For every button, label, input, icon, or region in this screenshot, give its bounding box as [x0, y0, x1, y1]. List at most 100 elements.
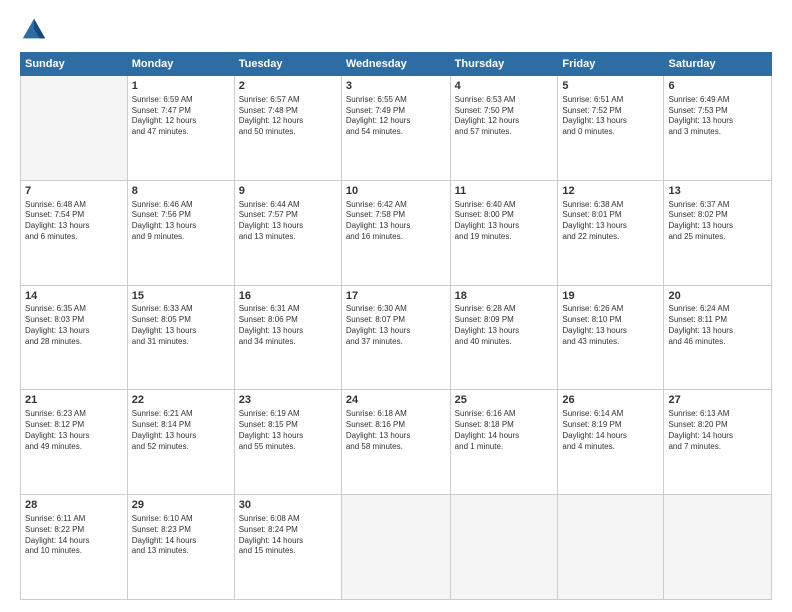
- day-info: Sunrise: 6:40 AM Sunset: 8:00 PM Dayligh…: [455, 200, 554, 243]
- day-number: 16: [239, 289, 337, 304]
- day-cell: [664, 495, 772, 600]
- day-info: Sunrise: 6:26 AM Sunset: 8:10 PM Dayligh…: [562, 304, 659, 347]
- day-info: Sunrise: 6:13 AM Sunset: 8:20 PM Dayligh…: [668, 409, 767, 452]
- day-info: Sunrise: 6:11 AM Sunset: 8:22 PM Dayligh…: [25, 514, 123, 557]
- day-number: 6: [668, 79, 767, 94]
- day-number: 23: [239, 393, 337, 408]
- header-cell-thursday: Thursday: [450, 53, 558, 76]
- day-cell: 25Sunrise: 6:16 AM Sunset: 8:18 PM Dayli…: [450, 390, 558, 495]
- day-cell: [21, 76, 128, 181]
- week-row-2: 7Sunrise: 6:48 AM Sunset: 7:54 PM Daylig…: [21, 180, 772, 285]
- header-cell-sunday: Sunday: [21, 53, 128, 76]
- day-cell: 5Sunrise: 6:51 AM Sunset: 7:52 PM Daylig…: [558, 76, 664, 181]
- day-number: 2: [239, 79, 337, 94]
- day-cell: 17Sunrise: 6:30 AM Sunset: 8:07 PM Dayli…: [341, 285, 450, 390]
- day-number: 22: [132, 393, 230, 408]
- page: SundayMondayTuesdayWednesdayThursdayFrid…: [0, 0, 792, 612]
- day-cell: 9Sunrise: 6:44 AM Sunset: 7:57 PM Daylig…: [234, 180, 341, 285]
- day-number: 18: [455, 289, 554, 304]
- day-cell: 2Sunrise: 6:57 AM Sunset: 7:48 PM Daylig…: [234, 76, 341, 181]
- day-info: Sunrise: 6:10 AM Sunset: 8:23 PM Dayligh…: [132, 514, 230, 557]
- day-number: 3: [346, 79, 446, 94]
- day-info: Sunrise: 6:23 AM Sunset: 8:12 PM Dayligh…: [25, 409, 123, 452]
- day-cell: 19Sunrise: 6:26 AM Sunset: 8:10 PM Dayli…: [558, 285, 664, 390]
- day-number: 25: [455, 393, 554, 408]
- day-info: Sunrise: 6:31 AM Sunset: 8:06 PM Dayligh…: [239, 304, 337, 347]
- day-info: Sunrise: 6:49 AM Sunset: 7:53 PM Dayligh…: [668, 95, 767, 138]
- day-info: Sunrise: 6:51 AM Sunset: 7:52 PM Dayligh…: [562, 95, 659, 138]
- day-info: Sunrise: 6:18 AM Sunset: 8:16 PM Dayligh…: [346, 409, 446, 452]
- header-row: SundayMondayTuesdayWednesdayThursdayFrid…: [21, 53, 772, 76]
- day-cell: 7Sunrise: 6:48 AM Sunset: 7:54 PM Daylig…: [21, 180, 128, 285]
- calendar-table: SundayMondayTuesdayWednesdayThursdayFrid…: [20, 52, 772, 600]
- day-number: 19: [562, 289, 659, 304]
- week-row-5: 28Sunrise: 6:11 AM Sunset: 8:22 PM Dayli…: [21, 495, 772, 600]
- day-info: Sunrise: 6:24 AM Sunset: 8:11 PM Dayligh…: [668, 304, 767, 347]
- day-number: 17: [346, 289, 446, 304]
- day-number: 24: [346, 393, 446, 408]
- day-cell: 23Sunrise: 6:19 AM Sunset: 8:15 PM Dayli…: [234, 390, 341, 495]
- day-cell: 6Sunrise: 6:49 AM Sunset: 7:53 PM Daylig…: [664, 76, 772, 181]
- day-cell: 15Sunrise: 6:33 AM Sunset: 8:05 PM Dayli…: [127, 285, 234, 390]
- logo-icon: [20, 16, 48, 44]
- day-info: Sunrise: 6:55 AM Sunset: 7:49 PM Dayligh…: [346, 95, 446, 138]
- day-cell: [450, 495, 558, 600]
- day-cell: 10Sunrise: 6:42 AM Sunset: 7:58 PM Dayli…: [341, 180, 450, 285]
- day-cell: 22Sunrise: 6:21 AM Sunset: 8:14 PM Dayli…: [127, 390, 234, 495]
- day-number: 4: [455, 79, 554, 94]
- day-number: 14: [25, 289, 123, 304]
- day-cell: 18Sunrise: 6:28 AM Sunset: 8:09 PM Dayli…: [450, 285, 558, 390]
- day-number: 13: [668, 184, 767, 199]
- day-info: Sunrise: 6:16 AM Sunset: 8:18 PM Dayligh…: [455, 409, 554, 452]
- day-number: 11: [455, 184, 554, 199]
- header-cell-tuesday: Tuesday: [234, 53, 341, 76]
- day-info: Sunrise: 6:28 AM Sunset: 8:09 PM Dayligh…: [455, 304, 554, 347]
- day-cell: 20Sunrise: 6:24 AM Sunset: 8:11 PM Dayli…: [664, 285, 772, 390]
- day-info: Sunrise: 6:08 AM Sunset: 8:24 PM Dayligh…: [239, 514, 337, 557]
- day-cell: 30Sunrise: 6:08 AM Sunset: 8:24 PM Dayli…: [234, 495, 341, 600]
- day-info: Sunrise: 6:57 AM Sunset: 7:48 PM Dayligh…: [239, 95, 337, 138]
- day-number: 29: [132, 498, 230, 513]
- day-number: 5: [562, 79, 659, 94]
- day-cell: 21Sunrise: 6:23 AM Sunset: 8:12 PM Dayli…: [21, 390, 128, 495]
- day-cell: [341, 495, 450, 600]
- day-number: 9: [239, 184, 337, 199]
- header: [20, 16, 772, 44]
- day-info: Sunrise: 6:37 AM Sunset: 8:02 PM Dayligh…: [668, 200, 767, 243]
- header-cell-monday: Monday: [127, 53, 234, 76]
- day-number: 27: [668, 393, 767, 408]
- day-info: Sunrise: 6:30 AM Sunset: 8:07 PM Dayligh…: [346, 304, 446, 347]
- day-cell: 24Sunrise: 6:18 AM Sunset: 8:16 PM Dayli…: [341, 390, 450, 495]
- week-row-3: 14Sunrise: 6:35 AM Sunset: 8:03 PM Dayli…: [21, 285, 772, 390]
- day-number: 20: [668, 289, 767, 304]
- day-number: 15: [132, 289, 230, 304]
- day-info: Sunrise: 6:21 AM Sunset: 8:14 PM Dayligh…: [132, 409, 230, 452]
- day-info: Sunrise: 6:38 AM Sunset: 8:01 PM Dayligh…: [562, 200, 659, 243]
- day-cell: 14Sunrise: 6:35 AM Sunset: 8:03 PM Dayli…: [21, 285, 128, 390]
- day-number: 8: [132, 184, 230, 199]
- day-info: Sunrise: 6:46 AM Sunset: 7:56 PM Dayligh…: [132, 200, 230, 243]
- day-number: 21: [25, 393, 123, 408]
- day-cell: 12Sunrise: 6:38 AM Sunset: 8:01 PM Dayli…: [558, 180, 664, 285]
- day-cell: 29Sunrise: 6:10 AM Sunset: 8:23 PM Dayli…: [127, 495, 234, 600]
- day-number: 28: [25, 498, 123, 513]
- week-row-1: 1Sunrise: 6:59 AM Sunset: 7:47 PM Daylig…: [21, 76, 772, 181]
- day-info: Sunrise: 6:19 AM Sunset: 8:15 PM Dayligh…: [239, 409, 337, 452]
- day-info: Sunrise: 6:33 AM Sunset: 8:05 PM Dayligh…: [132, 304, 230, 347]
- day-cell: 3Sunrise: 6:55 AM Sunset: 7:49 PM Daylig…: [341, 76, 450, 181]
- header-cell-friday: Friday: [558, 53, 664, 76]
- day-info: Sunrise: 6:44 AM Sunset: 7:57 PM Dayligh…: [239, 200, 337, 243]
- day-info: Sunrise: 6:42 AM Sunset: 7:58 PM Dayligh…: [346, 200, 446, 243]
- day-cell: 27Sunrise: 6:13 AM Sunset: 8:20 PM Dayli…: [664, 390, 772, 495]
- day-info: Sunrise: 6:14 AM Sunset: 8:19 PM Dayligh…: [562, 409, 659, 452]
- logo: [20, 16, 52, 44]
- day-cell: 16Sunrise: 6:31 AM Sunset: 8:06 PM Dayli…: [234, 285, 341, 390]
- day-cell: 11Sunrise: 6:40 AM Sunset: 8:00 PM Dayli…: [450, 180, 558, 285]
- day-info: Sunrise: 6:59 AM Sunset: 7:47 PM Dayligh…: [132, 95, 230, 138]
- day-cell: 4Sunrise: 6:53 AM Sunset: 7:50 PM Daylig…: [450, 76, 558, 181]
- day-info: Sunrise: 6:53 AM Sunset: 7:50 PM Dayligh…: [455, 95, 554, 138]
- day-number: 26: [562, 393, 659, 408]
- week-row-4: 21Sunrise: 6:23 AM Sunset: 8:12 PM Dayli…: [21, 390, 772, 495]
- day-number: 12: [562, 184, 659, 199]
- day-number: 10: [346, 184, 446, 199]
